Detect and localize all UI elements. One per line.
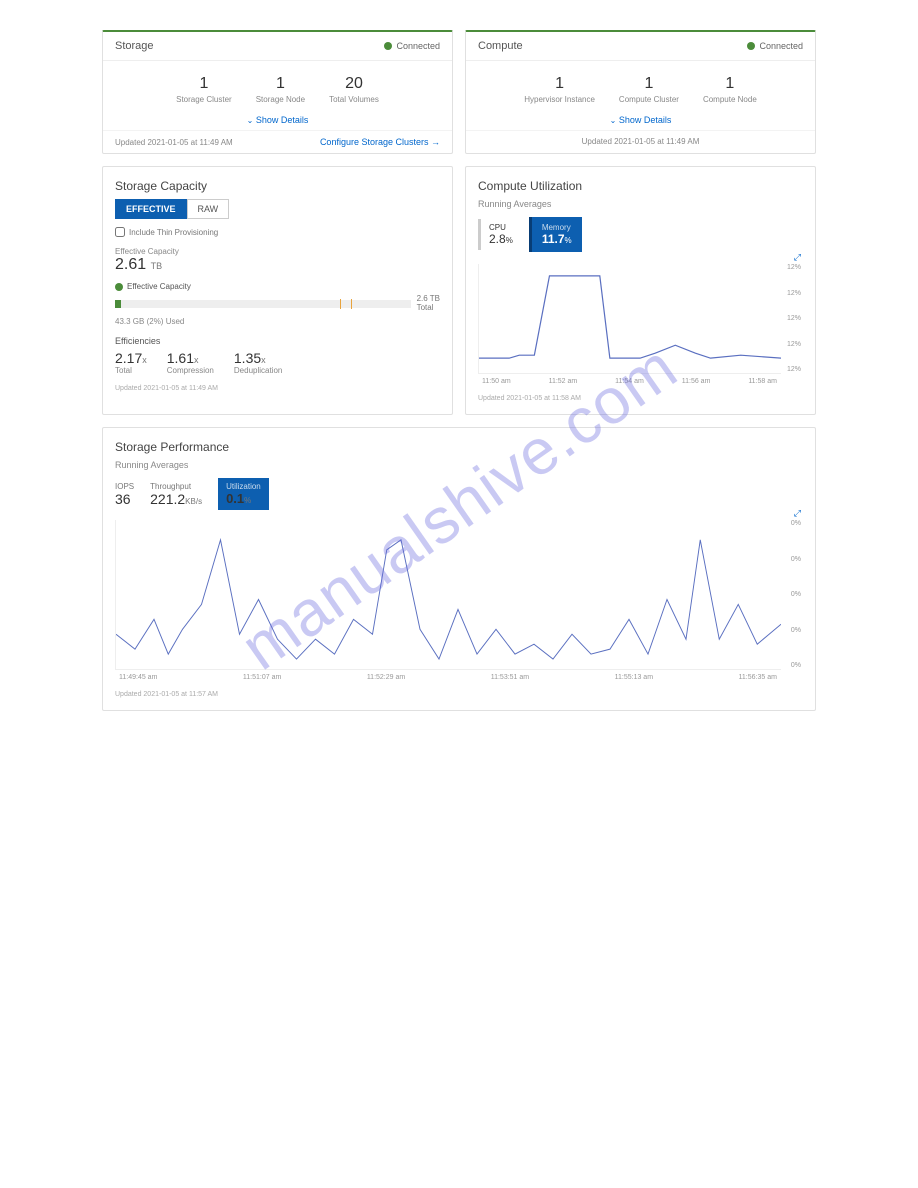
storage-status: Connected xyxy=(384,41,440,51)
storage-title: Storage xyxy=(115,40,154,52)
capacity-timestamp: Updated 2021-01-05 at 11:49 AM xyxy=(115,385,440,392)
compute-card: Compute Connected 1 Hypervisor Instance … xyxy=(465,30,816,154)
configure-storage-link[interactable]: Configure Storage Clusters → xyxy=(320,137,440,147)
stat-storage-cluster: 1 Storage Cluster xyxy=(176,75,232,104)
compute-util-sub: Running Averages xyxy=(478,199,803,209)
compute-util-title: Compute Utilization xyxy=(478,179,803,193)
compute-util-xaxis: 11:50 am 11:52 am 11:54 am 11:56 am 11:5… xyxy=(478,378,781,385)
utilization-tile[interactable]: Utilization 0.1% xyxy=(218,478,269,510)
thin-provisioning-input[interactable] xyxy=(115,227,125,237)
storage-card: Storage Connected 1 Storage Cluster 1 St… xyxy=(102,30,453,154)
stat-hypervisor: 1 Hypervisor Instance xyxy=(524,75,595,104)
capacity-bar-mark xyxy=(351,299,352,309)
status-dot-icon xyxy=(747,42,755,50)
capacity-tabs: EFFECTIVE RAW xyxy=(115,199,440,219)
storage-perf-card: Storage Performance Running Averages IOP… xyxy=(102,427,816,711)
capacity-used: 43.3 GB (2%) Used xyxy=(115,317,440,326)
storage-perf-sub: Running Averages xyxy=(115,460,803,470)
compute-util-line xyxy=(479,264,781,373)
storage-perf-xaxis: 11:49:45 am 11:51:07 am 11:52:29 am 11:5… xyxy=(115,674,781,681)
eff-dedup: 1.35x Deduplication xyxy=(234,350,282,375)
compute-title: Compute xyxy=(478,40,523,52)
storage-perf-timestamp: Updated 2021-01-05 at 11:57 AM xyxy=(115,691,803,698)
compute-util-timestamp: Updated 2021-01-05 at 11:58 AM xyxy=(478,395,803,402)
stat-total-volumes: 20 Total Volumes xyxy=(329,75,379,104)
compute-util-card: Compute Utilization Running Averages CPU… xyxy=(465,166,816,415)
compute-status: Connected xyxy=(747,41,803,51)
capacity-bar-mark xyxy=(340,299,341,309)
capacity-bar-total: 2.6 TB Total xyxy=(417,295,440,313)
efficiencies-title: Efficiencies xyxy=(115,336,440,346)
memory-tile[interactable]: Memory 11.7% xyxy=(529,217,582,252)
storage-show-details-link[interactable]: ⌄ Show Details xyxy=(247,115,309,125)
chevron-down-icon: ⌄ xyxy=(610,116,617,125)
eff-cap-row-label: Effective Capacity xyxy=(127,282,191,291)
storage-perf-line xyxy=(116,520,781,669)
cpu-tile[interactable]: CPU 2.8% xyxy=(478,219,521,250)
expand-icon[interactable]: ⤢ xyxy=(794,252,801,263)
storage-perf-chart: 0% 0% 0% 0% 0% xyxy=(115,520,781,670)
eff-cap-value: 2.61 TB xyxy=(115,256,440,274)
compute-util-chart: 12% 12% 12% 12% 12% xyxy=(478,264,781,374)
storage-capacity-card: Storage Capacity EFFECTIVE RAW Include T… xyxy=(102,166,453,415)
tab-raw[interactable]: RAW xyxy=(187,199,230,219)
stat-compute-node: 1 Compute Node xyxy=(703,75,757,104)
eff-compression: 1.61x Compression xyxy=(167,350,214,375)
iops-tile[interactable]: IOPS 36 xyxy=(115,482,134,507)
stat-storage-node: 1 Storage Node xyxy=(256,75,305,104)
compute-show-details-link[interactable]: ⌄ Show Details xyxy=(610,115,672,125)
compute-status-label: Connected xyxy=(759,41,803,51)
capacity-bar-fill xyxy=(115,300,121,308)
storage-perf-title: Storage Performance xyxy=(115,440,803,454)
storage-updated: Updated 2021-01-05 at 11:49 AM xyxy=(115,138,233,147)
expand-icon[interactable]: ⤢ xyxy=(794,508,801,519)
compute-util-yaxis: 12% 12% 12% 12% 12% xyxy=(787,264,801,373)
check-icon xyxy=(115,283,123,291)
stat-compute-cluster: 1 Compute Cluster xyxy=(619,75,679,104)
eff-total: 2.17x Total xyxy=(115,350,147,375)
chevron-down-icon: ⌄ xyxy=(247,116,254,125)
storage-status-label: Connected xyxy=(396,41,440,51)
thin-provisioning-checkbox[interactable]: Include Thin Provisioning xyxy=(115,227,440,237)
capacity-title: Storage Capacity xyxy=(115,179,440,193)
eff-cap-label: Effective Capacity xyxy=(115,247,440,256)
status-dot-icon xyxy=(384,42,392,50)
tab-effective[interactable]: EFFECTIVE xyxy=(115,199,187,219)
storage-perf-yaxis: 0% 0% 0% 0% 0% xyxy=(791,520,801,669)
compute-updated: Updated 2021-01-05 at 11:49 AM xyxy=(582,137,700,146)
capacity-bar xyxy=(115,300,411,308)
throughput-tile[interactable]: Throughput 221.2KB/s xyxy=(150,482,202,507)
